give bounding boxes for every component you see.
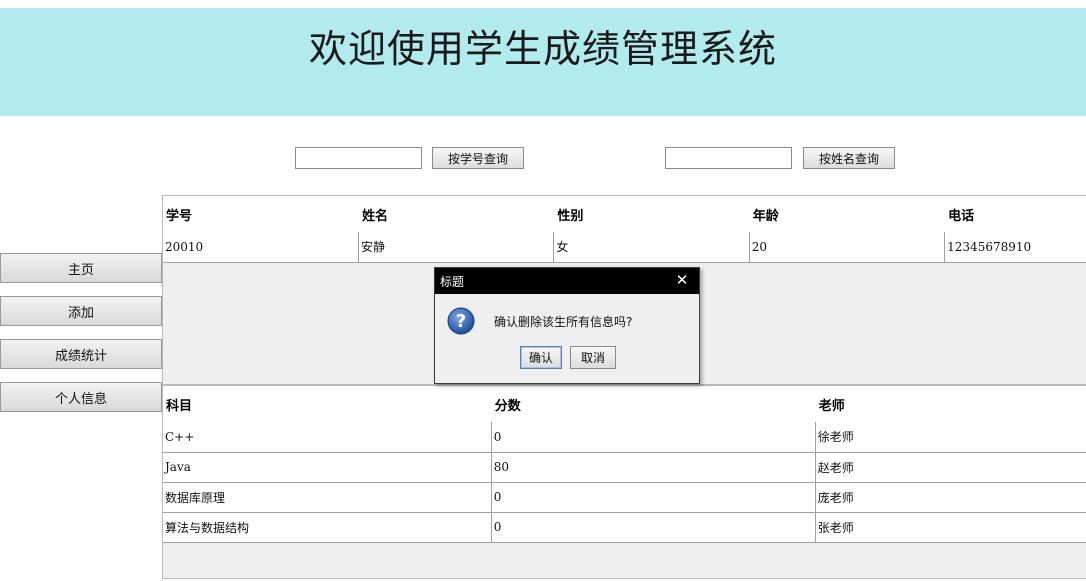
cell-teacher[interactable]: 张老师 (814, 512, 1086, 543)
column-header-gender[interactable]: 性别 (553, 196, 750, 232)
nav-score-stats-button[interactable]: 成绩统计 (0, 339, 162, 369)
cell-phone[interactable]: 12345678910 (944, 232, 1086, 263)
cell-teacher[interactable]: 庞老师 (814, 482, 1086, 513)
student-id-search-input[interactable] (295, 147, 422, 169)
cell-age[interactable]: 20 (748, 232, 945, 263)
student-table: 学号 姓名 性别 年龄 电话 20010 安静 女 20 12345678910 (163, 196, 1086, 263)
table-row[interactable]: 20010 安静 女 20 12345678910 (163, 232, 1086, 263)
column-header-score[interactable]: 分数 (491, 386, 816, 422)
cell-teacher[interactable]: 赵老师 (814, 452, 1086, 483)
cell-student-id[interactable]: 20010 (163, 232, 359, 263)
nav-home-button[interactable]: 主页 (0, 253, 162, 283)
column-header-teacher[interactable]: 老师 (815, 386, 1086, 422)
cell-score[interactable]: 0 (490, 482, 816, 513)
cell-score[interactable]: 0 (490, 512, 816, 543)
svg-text:?: ? (456, 311, 466, 332)
score-info-panel: 科目 分数 老师 C++ 0 徐老师 Java 80 赵老师 数据库原理 0 庞… (162, 385, 1086, 579)
table-row[interactable]: 数据库原理 0 庞老师 (163, 482, 1086, 513)
cell-score[interactable]: 0 (490, 422, 816, 453)
nav-add-button[interactable]: 添加 (0, 296, 162, 326)
question-icon: ? (447, 307, 475, 335)
cell-teacher[interactable]: 徐老师 (814, 422, 1086, 453)
column-header-phone[interactable]: 电话 (944, 196, 1086, 232)
column-header-age[interactable]: 年龄 (749, 196, 946, 232)
cell-gender[interactable]: 女 (553, 232, 750, 263)
student-table-header: 学号 姓名 性别 年龄 电话 (163, 196, 1086, 232)
header-banner: 欢迎使用学生成绩管理系统 (0, 8, 1086, 116)
page-title: 欢迎使用学生成绩管理系统 (308, 27, 777, 71)
nav-personal-info-button[interactable]: 个人信息 (0, 382, 162, 412)
dialog-titlebar[interactable]: 标题 (435, 268, 699, 294)
table-row[interactable]: C++ 0 徐老师 (163, 422, 1086, 453)
column-header-name[interactable]: 姓名 (358, 196, 555, 232)
score-table-header: 科目 分数 老师 (163, 386, 1086, 422)
dialog-message: 确认删除该生所有信息吗? (494, 315, 633, 329)
confirm-button[interactable]: 确认 (520, 346, 562, 369)
table-row[interactable]: 算法与数据结构 0 张老师 (163, 512, 1086, 543)
cell-subject[interactable]: 算法与数据结构 (163, 512, 492, 543)
cancel-button[interactable]: 取消 (570, 346, 616, 369)
table-row[interactable]: Java 80 赵老师 (163, 452, 1086, 483)
dialog-title: 标题 (440, 274, 465, 289)
student-name-search-input[interactable] (665, 147, 792, 169)
column-header-subject[interactable]: 科目 (163, 386, 492, 422)
search-by-name-button[interactable]: 按姓名查询 (803, 147, 895, 169)
app-window: 欢迎使用学生成绩管理系统 按学号查询 按姓名查询 主页 添加 成绩统计 个人信息… (0, 0, 1086, 581)
column-header-student-id[interactable]: 学号 (163, 196, 359, 232)
cell-subject[interactable]: Java (163, 452, 492, 483)
close-icon[interactable]: ✕ (673, 271, 691, 289)
cell-subject[interactable]: C++ (163, 422, 492, 453)
score-table: 科目 分数 老师 C++ 0 徐老师 Java 80 赵老师 数据库原理 0 庞… (163, 386, 1086, 543)
cell-name[interactable]: 安静 (357, 232, 554, 263)
cell-score[interactable]: 80 (490, 452, 816, 483)
cell-subject[interactable]: 数据库原理 (163, 482, 492, 513)
confirm-delete-dialog: 标题 ✕ ? 确认删除该生所有信息吗? 确认 取消 (434, 267, 700, 384)
search-by-id-button[interactable]: 按学号查询 (432, 147, 524, 169)
